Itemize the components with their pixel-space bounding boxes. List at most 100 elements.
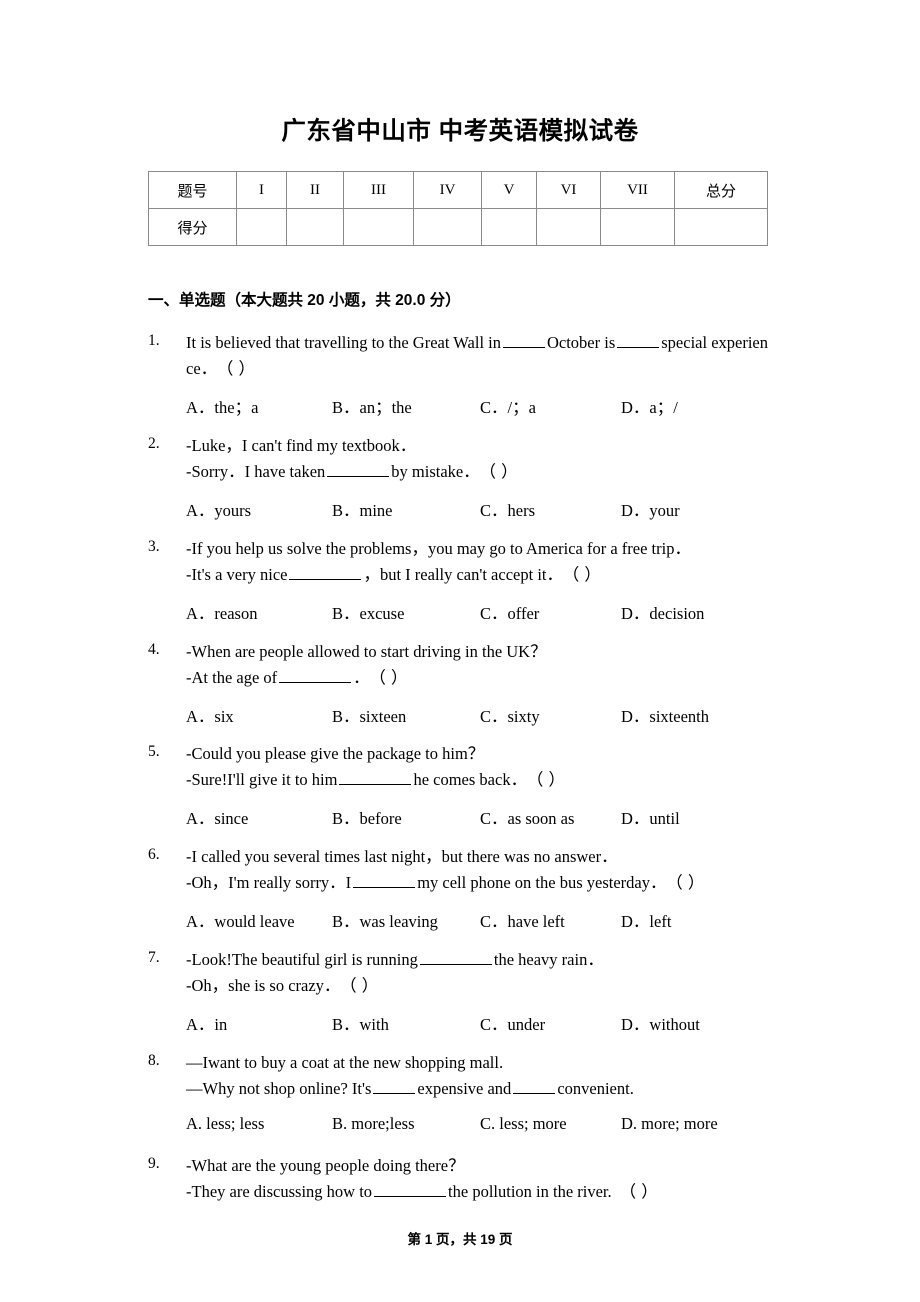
option-c[interactable]: C．as soon as — [480, 805, 574, 829]
option-b[interactable]: B．mine — [332, 497, 393, 521]
answer-blank[interactable] — [279, 669, 352, 683]
answer-blank[interactable] — [617, 334, 660, 348]
option-d[interactable]: D．decision — [621, 600, 704, 624]
table-header-total: 总分 — [674, 171, 768, 209]
page-title: 广东省中山市 中考英语模拟试卷 — [281, 118, 639, 145]
score-cell-1[interactable] — [236, 208, 287, 246]
option-d[interactable]: D．without — [621, 1011, 700, 1035]
option-a[interactable]: A．reason — [186, 600, 257, 624]
score-cell-7[interactable] — [600, 208, 675, 246]
option-c[interactable]: C．sixty — [480, 703, 540, 727]
page-footer: 第 1 页，共 19 页 — [407, 1232, 513, 1247]
question-text-part: ． — [353, 668, 370, 687]
answer-blank[interactable] — [353, 874, 416, 888]
exam-page: 广东省中山市 中考英语模拟试卷 题号 I II III IV V VI VII … — [0, 0, 920, 1302]
option-d[interactable]: D. more; more — [621, 1114, 718, 1134]
option-row: A．yours B．mine C．hers D．your — [186, 497, 848, 523]
option-a[interactable]: A. less; less — [186, 1114, 264, 1134]
option-b[interactable]: B．before — [332, 805, 402, 829]
table-score-label: 得分 — [148, 208, 237, 246]
question-text-line: -At the age of ． （ ） — [186, 665, 848, 691]
answer-blank[interactable] — [374, 1183, 447, 1197]
question-number: 6. — [148, 846, 160, 863]
option-a[interactable]: A．six — [186, 703, 234, 727]
question-body: -Could you please give the package to hi… — [186, 741, 848, 831]
question-text-line: -Luke，I can't find my textbook． — [186, 436, 417, 455]
option-row: A．six B．sixteen C．sixty D．sixteenth — [186, 703, 848, 729]
score-cell-5[interactable] — [481, 208, 537, 246]
answer-blank[interactable] — [289, 566, 362, 580]
question-text-line: It is believed that travelling to the Gr… — [186, 330, 848, 356]
option-b[interactable]: B. more;less — [332, 1114, 415, 1134]
option-row: A．reason B．excuse C．offer D．decision — [186, 600, 848, 626]
answer-blank[interactable] — [513, 1080, 556, 1094]
answer-parenthesis[interactable]: （ ） — [488, 462, 518, 481]
answer-blank[interactable] — [327, 463, 390, 477]
question-text-line: -They are discussing how to the pollution… — [186, 1179, 848, 1205]
answer-blank[interactable] — [373, 1080, 416, 1094]
question-text-part: -They are discussing how to — [186, 1182, 373, 1201]
answer-blank[interactable] — [419, 951, 492, 965]
answer-parenthesis[interactable]: （ ） — [620, 1182, 659, 1201]
question-8: 8. —Iwant to buy a coat at the new shopp… — [148, 1050, 848, 1140]
option-a[interactable]: A．would leave — [186, 908, 295, 932]
score-cell-2[interactable] — [286, 208, 344, 246]
answer-parenthesis[interactable]: （ ） — [535, 770, 565, 789]
question-text-part: ，but I really can't accept it． — [363, 565, 563, 584]
option-row: A. less; less B. more;less C. less; more… — [186, 1114, 848, 1140]
option-b[interactable]: B．with — [332, 1011, 389, 1035]
question-body: -I called you several times last night，b… — [186, 844, 848, 934]
question-body: -What are the young people doing there？ … — [186, 1153, 848, 1205]
option-c[interactable]: C. less; more — [480, 1114, 567, 1134]
table-header-section-1: I — [236, 171, 287, 209]
option-b[interactable]: B．sixteen — [332, 703, 406, 727]
option-d[interactable]: D．sixteenth — [621, 703, 709, 727]
answer-parenthesis[interactable]: （ ） — [378, 668, 408, 687]
option-b[interactable]: B．was leaving — [332, 908, 438, 932]
question-text-line: -When are people allowed to start drivin… — [186, 642, 547, 661]
table-header-section-4: IV — [413, 171, 482, 209]
option-a[interactable]: A．in — [186, 1011, 227, 1035]
option-c[interactable]: C．hers — [480, 497, 535, 521]
question-text-line: —Iwant to buy a coat at the new shopping… — [186, 1053, 504, 1072]
question-text-part: -Look!The beautiful girl is running — [186, 950, 418, 969]
option-d[interactable]: D．left — [621, 908, 671, 932]
question-number: 4. — [148, 641, 160, 658]
question-text-part: -Oh，she is so crazy． — [186, 976, 341, 995]
question-text-part: ce． — [186, 359, 218, 378]
option-c[interactable]: C．/；a — [480, 394, 536, 418]
option-c[interactable]: C．have left — [480, 908, 565, 932]
question-body: It is believed that travelling to the Gr… — [186, 330, 848, 420]
table-row-header: 题号 I II III IV V VI VII 总分 — [148, 171, 768, 209]
option-b[interactable]: B．excuse — [332, 600, 404, 624]
option-b[interactable]: B．an；the — [332, 394, 412, 418]
question-text-part: It is believed that travelling to the Gr… — [186, 333, 501, 352]
option-d[interactable]: D．a；/ — [621, 394, 678, 418]
question-text-part: my cell phone on the bus yesterday． — [417, 873, 667, 892]
option-c[interactable]: C．offer — [480, 600, 539, 624]
question-text-part: the heavy rain． — [493, 950, 604, 969]
answer-parenthesis[interactable]: （ ） — [348, 976, 378, 995]
table-header-label: 题号 — [148, 171, 237, 209]
question-text-part: he comes back． — [413, 770, 528, 789]
table-header-section-3: III — [343, 171, 414, 209]
option-a[interactable]: A．the；a — [186, 394, 258, 418]
question-text-line: ce． （ ） — [186, 356, 848, 382]
answer-parenthesis[interactable]: （ ） — [225, 359, 255, 378]
option-d[interactable]: D．until — [621, 805, 680, 829]
score-cell-total[interactable] — [674, 208, 768, 246]
question-text-line: -Oh，she is so crazy． （ ） — [186, 973, 848, 999]
option-row: A．the；a B．an；the C．/；a D．a；/ — [186, 394, 848, 420]
option-a[interactable]: A．since — [186, 805, 248, 829]
option-d[interactable]: D．your — [621, 497, 680, 521]
answer-parenthesis[interactable]: （ ） — [674, 873, 704, 892]
option-c[interactable]: C．under — [480, 1011, 545, 1035]
answer-parenthesis[interactable]: （ ） — [571, 565, 601, 584]
answer-blank[interactable] — [502, 334, 545, 348]
score-cell-6[interactable] — [536, 208, 601, 246]
score-cell-4[interactable] — [413, 208, 482, 246]
option-a[interactable]: A．yours — [186, 497, 251, 521]
score-cell-3[interactable] — [343, 208, 414, 246]
answer-blank[interactable] — [339, 771, 412, 785]
question-1: 1. It is believed that travelling to the… — [148, 330, 848, 420]
